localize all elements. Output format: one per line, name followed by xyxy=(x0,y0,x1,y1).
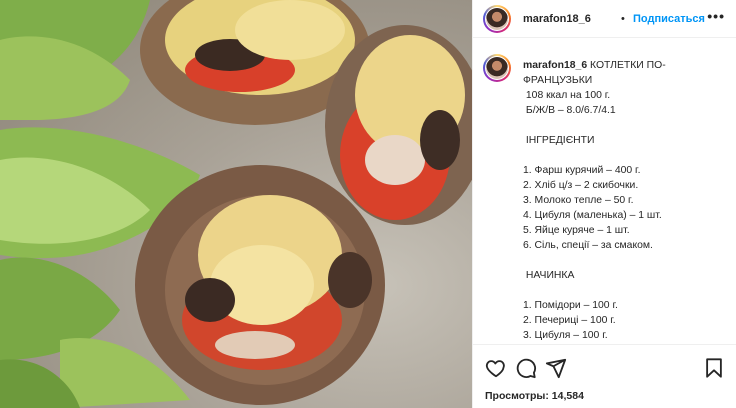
more-options-icon[interactable]: ••• xyxy=(707,8,725,24)
food-image xyxy=(0,0,472,408)
separator-dot: • xyxy=(621,13,625,25)
bookmark-icon[interactable] xyxy=(703,357,725,379)
caption-line: 3. Молоко тепле – 50 г. xyxy=(523,195,634,206)
caption-line: 2. Хліб ц/з – 2 скибочки. xyxy=(523,180,639,191)
caption-line: 108 ккал на 100 г. xyxy=(523,90,611,101)
caption-body: 108 ккал на 100 г. Б/Ж/В – 8.0/6.7/4.1 І… xyxy=(523,90,662,344)
caption-line: 6. Сіль, спеції – за смаком. xyxy=(523,240,653,251)
views-count: Просмотры: 14,584 xyxy=(485,390,584,402)
caption-line: 1. Фарш курячий – 400 г. xyxy=(523,165,641,176)
follow-button[interactable]: Подписаться xyxy=(633,13,705,25)
comment-icon[interactable] xyxy=(515,357,537,379)
caption-text: marafon18_6 КОТЛЕТКИ ПО-ФРАНЦУЗЬКИ 108 к… xyxy=(523,58,729,344)
caption-area[interactable]: marafon18_6 КОТЛЕТКИ ПО-ФРАНЦУЗЬКИ 108 к… xyxy=(473,38,736,344)
caption-line: 5. Яйце куряче – 1 шт. xyxy=(523,225,630,236)
post-sidebar: marafon18_6 • Подписаться ••• marafon18_… xyxy=(472,0,736,408)
post-header: marafon18_6 • Подписаться ••• xyxy=(473,0,736,38)
avatar[interactable] xyxy=(483,5,511,33)
username-link[interactable]: marafon18_6 xyxy=(523,13,591,25)
caption-line: НАЧИНКА xyxy=(523,270,575,281)
caption-line: ІНГРЕДІЄНТИ xyxy=(523,135,595,146)
caption-line: Б/Ж/В – 8.0/6.7/4.1 xyxy=(523,105,616,116)
caption-line: 2. Печериці – 100 г. xyxy=(523,315,616,326)
action-bar: Просмотры: 14,584 xyxy=(473,344,736,408)
post-photo[interactable] xyxy=(0,0,472,408)
caption-username[interactable]: marafon18_6 xyxy=(523,60,587,71)
caption-line: 1. Помідори – 100 г. xyxy=(523,300,618,311)
caption-avatar[interactable] xyxy=(483,54,511,82)
caption-line: 3. Цибуля – 100 г. xyxy=(523,330,608,341)
heart-icon[interactable] xyxy=(485,357,507,379)
caption-line: 4. Цибуля (маленька) – 1 шт. xyxy=(523,210,662,221)
share-icon[interactable] xyxy=(545,357,567,379)
